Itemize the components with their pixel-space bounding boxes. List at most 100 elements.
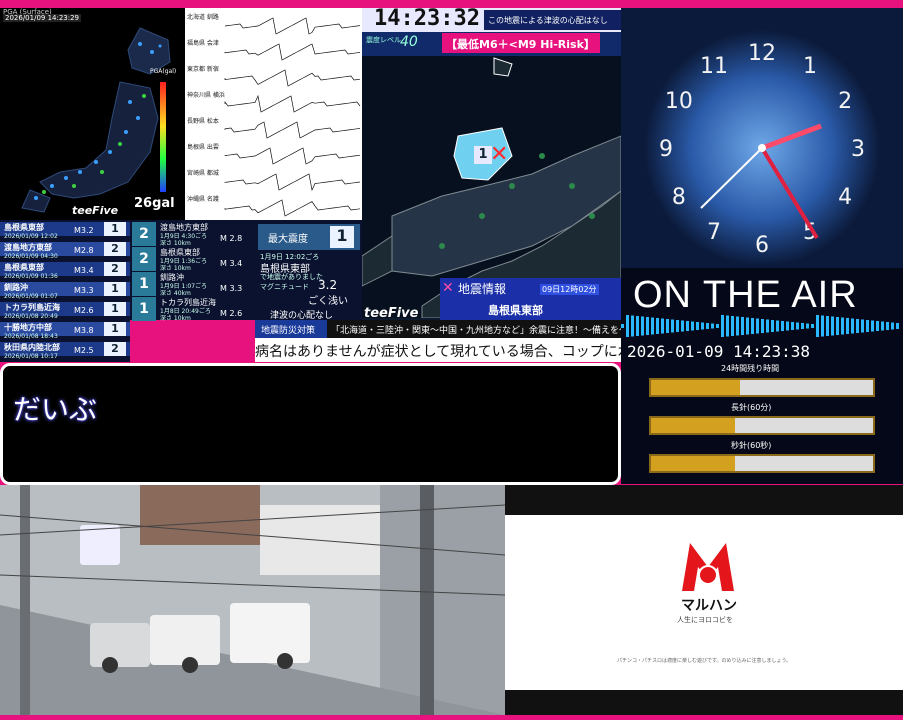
spectrum-bar bbox=[631, 315, 634, 337]
map-brand-logo: teeFive bbox=[72, 204, 119, 217]
spectrum-bar bbox=[816, 315, 819, 337]
bar-label-24h: 24時間残り時間 bbox=[721, 364, 780, 373]
quake-region: 渡島地方東部 bbox=[4, 243, 52, 252]
gal-readout: 26gal bbox=[134, 196, 175, 211]
spectrum-bar bbox=[676, 320, 679, 332]
progress-bar-24h bbox=[649, 378, 875, 397]
clock-number: 4 bbox=[838, 185, 852, 210]
quake-list-item: 島根県東部 2026/01/09 12:02 M3.2 1 bbox=[0, 222, 130, 240]
spectrum-bar bbox=[876, 321, 879, 331]
clock-number: 12 bbox=[748, 41, 776, 66]
spectrum-bar bbox=[716, 324, 719, 328]
scroll-text: 病名はありませんが症状として現れている場合、コップに水を入れて机の bbox=[255, 344, 621, 360]
info-title: 地震情報 bbox=[458, 282, 507, 296]
waveform-panel: 北海道 釧路 福島県 会津 東京都 新宿 神奈川県 横浜 長野県 松本 島根県 出雲 宮崎県… bbox=[185, 8, 362, 220]
quake-date: 2026/01/09 01:36 bbox=[4, 273, 58, 280]
quake-list-item: 島根県東部 2026/01/09 01:36 M3.4 2 bbox=[0, 262, 130, 280]
spectrum-bar bbox=[851, 318, 854, 334]
quake-magnitude: M2.5 bbox=[74, 346, 94, 355]
ad-fine-print: パチンコ・パチスロは適度に楽しむ遊びです。のめり込みに注意しましょう。 bbox=[617, 658, 792, 664]
max-intensity-value: 1 bbox=[330, 226, 354, 248]
quake-magnitude: M2.8 bbox=[74, 246, 94, 255]
waveform-trace bbox=[224, 147, 361, 165]
ticker-headline: 「北海道・三陸沖・関東〜中国・九州地方など」余震に注意！〜備えを〜 bbox=[331, 326, 621, 336]
audio-spectrum bbox=[621, 315, 899, 337]
quake-date: 2026/01/08 10:17 bbox=[4, 353, 58, 360]
bar-label-second: 秒針(60秒) bbox=[731, 441, 772, 450]
spectrum-bar bbox=[646, 317, 649, 335]
spectrum-bar bbox=[801, 323, 804, 329]
detail-intensity: 2 bbox=[132, 222, 156, 246]
waveform-trace bbox=[224, 199, 361, 217]
clock-number: 10 bbox=[665, 89, 693, 114]
max-intensity-label: 最大震度 bbox=[268, 234, 308, 245]
spectrum-bar bbox=[731, 316, 734, 336]
waveform-trace bbox=[224, 69, 361, 87]
quake-list-item: 十勝地方中部 2026/01/08 18:43 M3.8 1 bbox=[0, 322, 130, 340]
spectrum-bar bbox=[861, 319, 864, 333]
spectrum-bar bbox=[621, 324, 624, 328]
clock-number: 2 bbox=[838, 89, 852, 114]
spectrum-bar bbox=[886, 322, 889, 330]
clock-number: 3 bbox=[851, 137, 865, 162]
onair-datetime: 2026-01-09 14:23:38 bbox=[627, 342, 811, 361]
quake-region: 島根県東部 bbox=[4, 263, 44, 272]
spectrum-bar bbox=[751, 318, 754, 334]
quake-region: トカラ列島近海 bbox=[4, 303, 60, 312]
spectrum-bar bbox=[666, 319, 669, 333]
quake-intensity: 2 bbox=[104, 242, 126, 256]
depth-text: ごく浅い bbox=[308, 296, 348, 307]
clock-number: 1 bbox=[803, 54, 817, 79]
spectrum-bar bbox=[891, 322, 894, 330]
spectrum-bar bbox=[796, 322, 799, 330]
spectrum-bar bbox=[736, 316, 739, 336]
detail-magnitude: M 3.4 bbox=[220, 259, 243, 268]
detail-intensity: 2 bbox=[132, 247, 156, 271]
quake-magnitude: M2.6 bbox=[74, 306, 94, 315]
spectrum-bar bbox=[641, 316, 644, 336]
info-region: 島根県東部 bbox=[488, 304, 543, 317]
quake-history-list: 島根県東部 2026/01/09 12:02 M3.2 1 渡島地方東部 2026/01/… bbox=[0, 220, 130, 362]
quake-region: 釧路沖 bbox=[4, 283, 28, 292]
pga-map-panel: PGA (Surface) 2026/01/09 14:23:29 PGA(ga… bbox=[0, 8, 185, 220]
mag-value: 3.2 bbox=[318, 278, 338, 292]
level-label: 震度レベル bbox=[366, 36, 401, 44]
quake-detail-card: 1 トカラ列島近海 1月8日 20:49ごろ 深さ 10km M 2.6 bbox=[130, 297, 256, 322]
spectrum-bar bbox=[771, 320, 774, 332]
spectrum-bar bbox=[766, 319, 769, 333]
spectrum-bar bbox=[896, 323, 899, 329]
spectrum-bar bbox=[836, 317, 839, 335]
eew-brand-logo: teeFive bbox=[364, 306, 419, 321]
quake-list-item: 秋田県内陸北部 2026/01/08 10:17 M2.5 2 bbox=[0, 342, 130, 360]
clock-number: 6 bbox=[755, 233, 769, 258]
japan-map bbox=[21, 27, 171, 213]
quake-date: 2026/01/09 12:02 bbox=[4, 233, 58, 240]
spectrum-bar bbox=[776, 320, 779, 332]
level-value: 40 bbox=[400, 34, 418, 50]
spectrum-bar bbox=[811, 324, 814, 328]
ad-tagline: 人生にヨロコビを bbox=[677, 616, 733, 624]
spectrum-bar bbox=[681, 320, 684, 332]
quake-date: 2026/01/08 18:43 bbox=[4, 333, 58, 340]
quake-region: 十勝地方中部 bbox=[4, 323, 52, 332]
bar-label-minute: 長針(60分) bbox=[731, 403, 772, 412]
detail-intensity: 1 bbox=[132, 297, 156, 321]
clock-number: 11 bbox=[700, 54, 728, 79]
quake-magnitude: M3.3 bbox=[74, 286, 94, 295]
seismograph-traces bbox=[224, 17, 361, 217]
clock-number: 8 bbox=[672, 185, 686, 210]
advertisement-panel: マルハン 人生にヨロコビを パチンコ・パチスロは適度に楽しむ遊びです。のめり込み… bbox=[505, 485, 903, 715]
spectrum-bar bbox=[821, 315, 824, 337]
spectrum-bar bbox=[741, 317, 744, 335]
detail-depth: 深さ 10km bbox=[160, 315, 191, 322]
quake-magnitude: M3.4 bbox=[74, 266, 94, 275]
quake-intensity: 1 bbox=[104, 222, 126, 236]
clock-face: 121234567891011 bbox=[621, 8, 903, 268]
spectrum-bar bbox=[826, 316, 829, 336]
spectrum-bar bbox=[756, 318, 759, 334]
spectrum-bar bbox=[846, 318, 849, 334]
waveform-trace bbox=[224, 43, 361, 61]
quake-intensity: 1 bbox=[104, 302, 126, 316]
spectrum-bar bbox=[656, 318, 659, 334]
scroll-ticker: 病名はありませんが症状として現れている場合、コップに水を入れて机の bbox=[255, 338, 621, 362]
